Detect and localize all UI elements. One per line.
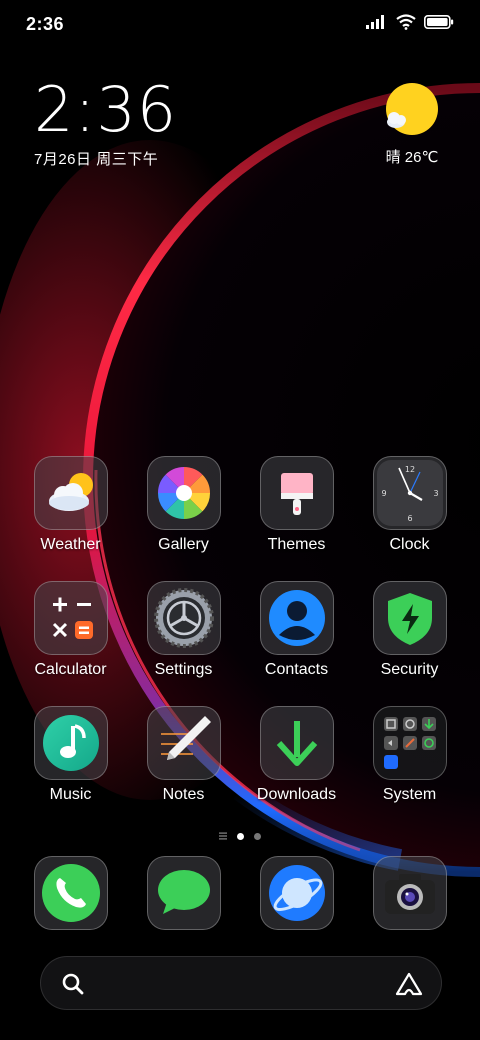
app-icon-frame xyxy=(33,581,108,655)
dock-messages[interactable] xyxy=(127,856,240,932)
svg-text:9: 9 xyxy=(381,489,386,498)
app-label: System xyxy=(382,786,437,803)
search-icon xyxy=(62,973,84,995)
app-icon-frame xyxy=(146,706,221,780)
page-indicator[interactable] xyxy=(200,830,280,842)
home-list-icon xyxy=(219,832,227,840)
svg-text:12: 12 xyxy=(404,465,414,474)
phone-icon xyxy=(41,864,100,922)
app-label: Security xyxy=(380,661,439,678)
app-icon-frame: 12 3 6 9 xyxy=(372,456,447,530)
app-label: Notes xyxy=(162,786,205,803)
weather-condition: 晴 26℃ xyxy=(385,149,439,166)
clock-widget[interactable]: 2:36 7月26日 周三下午 xyxy=(34,76,177,169)
app-themes[interactable]: Themes xyxy=(240,456,353,564)
dock-browser[interactable] xyxy=(240,856,353,932)
status-icons xyxy=(366,14,454,30)
gallery-icon xyxy=(157,466,210,519)
dock-camera[interactable] xyxy=(353,856,466,932)
app-label: Themes xyxy=(267,536,326,553)
app-icon-frame xyxy=(33,856,108,930)
app-icon-frame xyxy=(259,706,334,780)
weather-icon xyxy=(48,473,93,511)
app-label: Clock xyxy=(389,536,430,553)
app-icon-frame xyxy=(146,456,221,530)
dock-phone[interactable] xyxy=(14,856,127,932)
app-system-folder[interactable]: System xyxy=(353,706,466,814)
themes-icon xyxy=(280,473,313,515)
page-dot-active xyxy=(237,832,244,840)
downloads-icon xyxy=(276,721,317,766)
browser-icon xyxy=(268,865,325,921)
app-label: Settings xyxy=(154,661,213,678)
app-music[interactable]: Music xyxy=(14,706,127,814)
app-label: Weather xyxy=(40,536,101,553)
app-label: Music xyxy=(49,786,92,803)
clock-icon: 12 3 6 9 xyxy=(376,460,443,526)
wifi-icon xyxy=(396,14,416,30)
app-label: Gallery xyxy=(158,536,209,553)
clock-widget-date: 7月26日 周三下午 xyxy=(34,151,159,168)
app-icon-frame xyxy=(372,856,447,930)
app-label: Contacts xyxy=(264,661,329,678)
app-clock[interactable]: 12 3 6 9 Clock xyxy=(353,456,466,564)
app-downloads[interactable]: Downloads xyxy=(240,706,353,814)
app-weather[interactable]: Weather xyxy=(14,456,127,564)
app-security[interactable]: Security xyxy=(353,581,466,689)
app-icon-frame xyxy=(259,456,334,530)
dock xyxy=(14,856,466,932)
signal-icon xyxy=(366,15,384,29)
app-gallery[interactable]: Gallery xyxy=(127,456,240,564)
app-icon-frame xyxy=(33,706,108,780)
app-settings[interactable]: Settings xyxy=(127,581,240,689)
search-bar[interactable] xyxy=(40,956,442,1010)
security-icon xyxy=(387,593,432,645)
app-icon-frame xyxy=(259,581,334,655)
app-contacts[interactable]: Contacts xyxy=(240,581,353,689)
app-icon-frame xyxy=(146,856,221,930)
app-calculator[interactable]: Calculator xyxy=(14,581,127,689)
messages-icon xyxy=(157,870,210,914)
svg-text:3: 3 xyxy=(433,489,438,498)
svg-text:6: 6 xyxy=(407,514,412,523)
app-grid: Weather Gallery Themes 12 3 6 9 Clock Ca… xyxy=(14,456,466,814)
battery-icon xyxy=(424,15,454,29)
system-folder-icon xyxy=(383,717,436,769)
app-label: Downloads xyxy=(256,786,337,803)
camera-icon xyxy=(384,874,435,914)
status-time: 2:36 xyxy=(26,14,65,34)
notes-icon xyxy=(160,716,211,760)
app-notes[interactable]: Notes xyxy=(127,706,240,814)
assistant-icon[interactable] xyxy=(395,972,423,996)
app-label: Calculator xyxy=(34,661,107,678)
app-icon-frame xyxy=(372,706,447,780)
calculator-icon xyxy=(52,597,93,639)
music-icon xyxy=(42,715,99,771)
app-icon-frame xyxy=(33,456,108,530)
clock-widget-time: 2:36 xyxy=(34,73,178,146)
settings-icon xyxy=(153,588,214,648)
app-icon-frame xyxy=(372,581,447,655)
app-icon-frame xyxy=(146,581,221,655)
weather-widget[interactable]: 晴 26℃ xyxy=(380,82,444,167)
page-dot xyxy=(254,832,261,840)
sunny-icon xyxy=(386,83,438,135)
status-bar: 2:36 xyxy=(0,0,480,48)
app-icon-frame xyxy=(259,856,334,930)
contacts-icon xyxy=(268,590,325,646)
